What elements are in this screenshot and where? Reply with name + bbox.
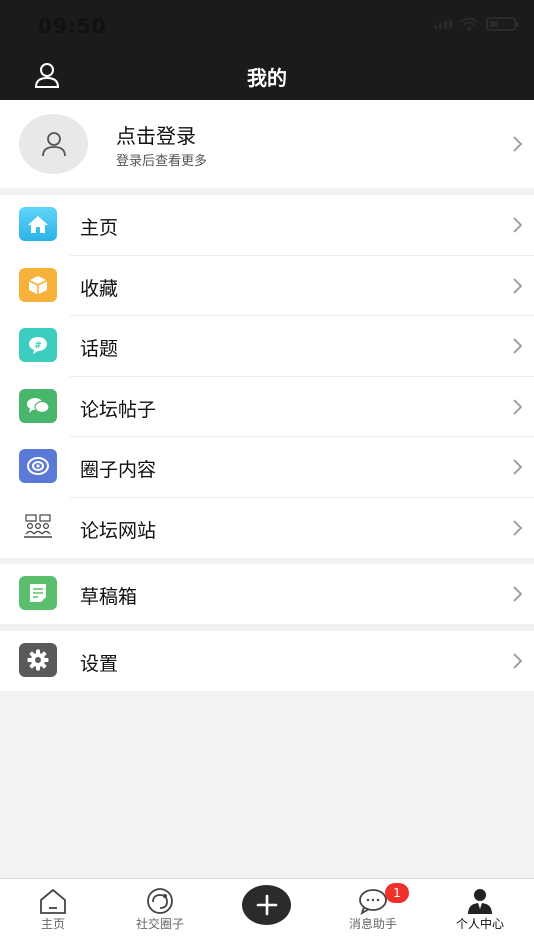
menu-item-label: 论坛网站 bbox=[80, 519, 157, 542]
home-outline-icon bbox=[40, 888, 66, 914]
menu-item-forum-posts[interactable]: 论坛帖子 bbox=[0, 377, 534, 437]
menu-item-label: 论坛帖子 bbox=[80, 398, 157, 421]
login-subtitle: 登录后查看更多 bbox=[116, 154, 208, 169]
menu-item-label: 收藏 bbox=[80, 277, 119, 300]
login-title: 点击登录 bbox=[116, 124, 196, 148]
tab-label: 主页 bbox=[40, 917, 65, 931]
plus-icon bbox=[256, 894, 277, 916]
hashtag-chat-icon: # bbox=[19, 328, 57, 362]
menu-item-home[interactable]: 主页 bbox=[0, 195, 534, 256]
circle-eye-icon bbox=[19, 449, 57, 483]
forum-people-icon bbox=[19, 509, 57, 544]
draft-note-icon bbox=[19, 576, 57, 610]
menu-item-settings[interactable]: 设置 bbox=[0, 631, 534, 692]
chat-bubbles-icon bbox=[19, 388, 57, 423]
menu-group-drafts: 草稿箱 bbox=[0, 564, 534, 624]
menu-item-label: 话题 bbox=[80, 338, 119, 360]
signal-icon bbox=[434, 19, 452, 29]
menu-group-settings: 设置 bbox=[0, 631, 534, 691]
nav-bar: 我的 bbox=[0, 52, 534, 100]
tab-bar: 主页 社交圈子 消息助手 1 个人中心 bbox=[0, 878, 534, 950]
person-filled-icon bbox=[468, 889, 492, 914]
menu-group-main: 主页 收藏 # 话题 论坛帖子 圈子内容 论坛网站 bbox=[0, 195, 534, 558]
chevron-right-icon bbox=[513, 217, 523, 233]
avatar bbox=[19, 114, 88, 174]
menu-item-topics[interactable]: # 话题 bbox=[0, 316, 534, 377]
tab-messages[interactable]: 消息助手 bbox=[320, 879, 426, 950]
status-time: 09:50 bbox=[38, 14, 107, 38]
chevron-right-icon bbox=[513, 519, 523, 536]
unread-badge: 1 bbox=[385, 883, 409, 903]
page-title: 我的 bbox=[247, 66, 287, 90]
menu-item-drafts[interactable]: 草稿箱 bbox=[0, 564, 534, 625]
menu-item-label: 设置 bbox=[80, 653, 119, 675]
menu-item-circle-content[interactable]: 圈子内容 bbox=[0, 437, 534, 498]
login-row[interactable]: 点击登录 登录后查看更多 bbox=[0, 100, 534, 188]
avatar-person-icon bbox=[41, 132, 66, 157]
menu-item-label: 主页 bbox=[80, 217, 119, 239]
menu-item-forum-sites[interactable]: 论坛网站 bbox=[0, 498, 534, 559]
wifi-icon bbox=[460, 17, 478, 31]
tab-label: 社交圈子 bbox=[135, 917, 184, 931]
tab-social-circle[interactable]: 社交圈子 bbox=[107, 879, 213, 950]
message-bubble-icon bbox=[359, 889, 387, 915]
status-icons bbox=[434, 17, 519, 31]
tab-label: 个人中心 bbox=[455, 917, 504, 931]
gear-icon bbox=[19, 643, 57, 677]
chevron-right-icon bbox=[513, 398, 523, 415]
add-post-button[interactable] bbox=[242, 885, 291, 925]
tab-personal-center[interactable]: 个人中心 bbox=[427, 879, 533, 950]
menu-item-label: 圈子内容 bbox=[80, 459, 157, 481]
chevron-right-icon bbox=[513, 136, 523, 152]
home-icon bbox=[19, 207, 57, 241]
chevron-right-icon bbox=[513, 586, 523, 602]
battery-icon bbox=[486, 17, 519, 31]
chevron-right-icon bbox=[513, 459, 523, 475]
menu-item-label: 草稿箱 bbox=[80, 586, 138, 608]
svg-text:#: # bbox=[34, 341, 42, 351]
social-circle-icon bbox=[147, 888, 173, 914]
menu-item-favorites[interactable]: 收藏 bbox=[0, 256, 534, 316]
box-icon bbox=[19, 267, 57, 302]
chevron-right-icon bbox=[513, 653, 523, 669]
chevron-right-icon bbox=[513, 338, 523, 354]
status-bar: 09:50 bbox=[0, 0, 534, 52]
chevron-right-icon bbox=[513, 277, 523, 294]
tab-label: 消息助手 bbox=[348, 917, 397, 931]
tab-home[interactable]: 主页 bbox=[0, 879, 106, 950]
